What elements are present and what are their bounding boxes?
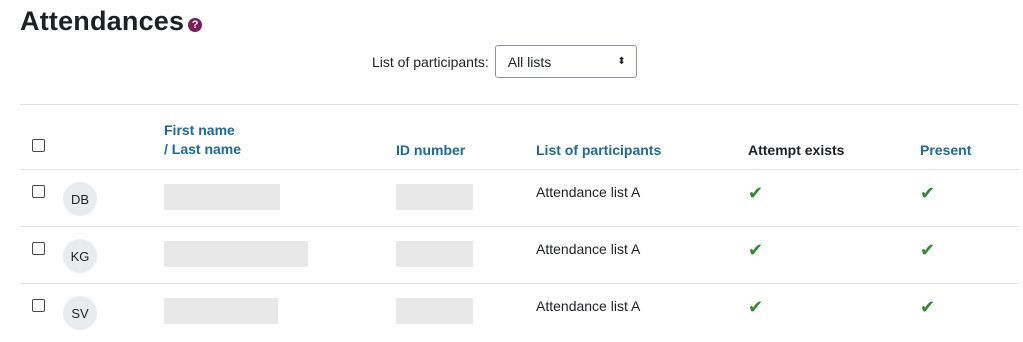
name-header: First name / Last name xyxy=(164,104,396,170)
avatar[interactable]: DB xyxy=(63,182,97,216)
list-cell: Attendance list A xyxy=(536,283,748,341)
list-select[interactable]: All lists ⬍ xyxy=(494,45,637,78)
id-number-header: ID number xyxy=(396,104,536,170)
attempt-check-icon: ✔ xyxy=(748,240,764,260)
row-checkbox[interactable] xyxy=(32,299,45,312)
list-select-value: All lists xyxy=(507,53,552,70)
attempt-header-label: Attempt exists xyxy=(748,142,845,158)
select-arrows-icon: ⬍ xyxy=(617,56,626,67)
present-check-icon: ✔ xyxy=(920,183,936,203)
filter-label: List of participants: xyxy=(372,53,489,70)
attempt-check-icon: ✔ xyxy=(748,297,764,317)
list-header: List of participants xyxy=(536,104,748,170)
select-all-checkbox[interactable] xyxy=(32,139,45,152)
redacted-id-number xyxy=(396,241,473,267)
row-checkbox[interactable] xyxy=(32,185,45,198)
redacted-name xyxy=(164,184,280,210)
present-check-icon: ✔ xyxy=(920,240,936,260)
redacted-id-number xyxy=(396,298,473,324)
page-title: Attendances ? xyxy=(20,6,203,37)
redacted-name xyxy=(164,241,308,267)
redacted-name xyxy=(164,298,278,324)
sort-present-link[interactable]: Present xyxy=(920,142,971,158)
present-check-icon: ✔ xyxy=(920,297,936,317)
list-filter: List of participants: All lists ⬍ xyxy=(372,45,637,78)
attempt-header: Attempt exists xyxy=(748,104,920,170)
avatar-header xyxy=(68,104,164,170)
row-checkbox[interactable] xyxy=(32,242,45,255)
table-row: DB Attendance list A ✔ ✔ xyxy=(20,169,1019,227)
list-cell: Attendance list A xyxy=(536,226,748,284)
page-title-text: Attendances xyxy=(20,6,185,36)
table-header-row: First name / Last name ID number List of… xyxy=(20,104,1019,170)
present-header: Present xyxy=(920,104,1019,170)
redacted-id-number xyxy=(396,184,473,210)
avatar[interactable]: SV xyxy=(63,296,97,330)
select-all-cell xyxy=(20,104,68,170)
sort-last-name-link[interactable]: / Last name xyxy=(164,140,396,159)
attendance-table: First name / Last name ID number List of… xyxy=(20,104,1019,341)
list-cell: Attendance list A xyxy=(536,169,748,227)
table-row: SV Attendance list A ✔ ✔ xyxy=(20,283,1019,341)
table-row: KG Attendance list A ✔ ✔ xyxy=(20,226,1019,284)
help-icon[interactable]: ? xyxy=(188,17,203,32)
sort-first-name-link[interactable]: First name xyxy=(164,121,396,140)
attempt-check-icon: ✔ xyxy=(748,183,764,203)
sort-id-number-link[interactable]: ID number xyxy=(396,142,465,158)
sort-list-link[interactable]: List of participants xyxy=(536,142,661,158)
avatar[interactable]: KG xyxy=(63,239,97,273)
